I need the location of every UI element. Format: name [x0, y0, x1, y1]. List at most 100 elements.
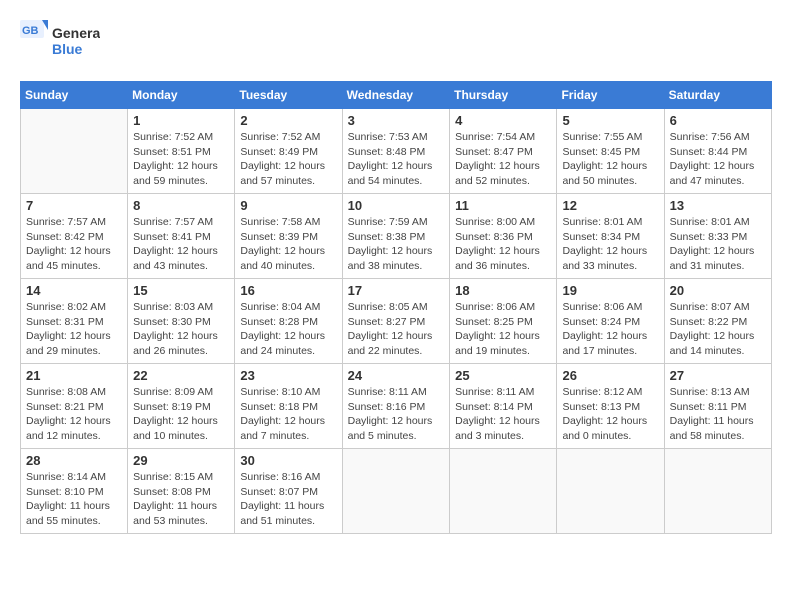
day-number: 26	[562, 368, 658, 383]
calendar-day: 18 Sunrise: 8:06 AM Sunset: 8:25 PM Dayli…	[450, 279, 557, 364]
calendar-day: 14 Sunrise: 8:02 AM Sunset: 8:31 PM Dayli…	[21, 279, 128, 364]
calendar-day: 4 Sunrise: 7:54 AM Sunset: 8:47 PM Daylig…	[450, 109, 557, 194]
calendar-day: 17 Sunrise: 8:05 AM Sunset: 8:27 PM Dayli…	[342, 279, 450, 364]
day-info: Sunrise: 8:13 AM Sunset: 8:11 PM Dayligh…	[670, 385, 766, 444]
calendar-day: 11 Sunrise: 8:00 AM Sunset: 8:36 PM Dayli…	[450, 194, 557, 279]
day-number: 9	[240, 198, 336, 213]
weekday-header: Saturday	[664, 82, 771, 109]
day-number: 3	[348, 113, 445, 128]
day-info: Sunrise: 8:12 AM Sunset: 8:13 PM Dayligh…	[562, 385, 658, 444]
calendar-day: 1 Sunrise: 7:52 AM Sunset: 8:51 PM Daylig…	[128, 109, 235, 194]
day-info: Sunrise: 7:52 AM Sunset: 8:49 PM Dayligh…	[240, 130, 336, 189]
day-info: Sunrise: 8:01 AM Sunset: 8:33 PM Dayligh…	[670, 215, 766, 274]
calendar-day: 15 Sunrise: 8:03 AM Sunset: 8:30 PM Dayli…	[128, 279, 235, 364]
calendar-day: 9Sunrise: 7:58 AM Sunset: 8:39 PM Daylig…	[235, 194, 342, 279]
calendar-day: 25 Sunrise: 8:11 AM Sunset: 8:14 PM Dayli…	[450, 364, 557, 449]
day-number: 14	[26, 283, 122, 298]
weekday-header: Thursday	[450, 82, 557, 109]
empty-cell	[450, 449, 557, 534]
day-number: 28	[26, 453, 122, 468]
calendar-day: 5Sunrise: 7:55 AM Sunset: 8:45 PM Daylig…	[557, 109, 664, 194]
day-info: Sunrise: 8:02 AM Sunset: 8:31 PM Dayligh…	[26, 300, 122, 359]
day-number: 13	[670, 198, 766, 213]
day-number: 25	[455, 368, 551, 383]
empty-cell	[21, 109, 128, 194]
calendar-day: 26 Sunrise: 8:12 AM Sunset: 8:13 PM Dayli…	[557, 364, 664, 449]
day-info: Sunrise: 7:57 AM Sunset: 8:41 PM Dayligh…	[133, 215, 229, 274]
day-info: Sunrise: 7:59 AM Sunset: 8:38 PM Dayligh…	[348, 215, 445, 274]
weekday-header: Wednesday	[342, 82, 450, 109]
calendar-day: 7 Sunrise: 7:57 AM Sunset: 8:42 PM Daylig…	[21, 194, 128, 279]
calendar-day: 27Sunrise: 8:13 AM Sunset: 8:11 PM Dayli…	[664, 364, 771, 449]
day-info: Sunrise: 8:16 AM Sunset: 8:07 PM Dayligh…	[240, 470, 336, 529]
calendar-day: 10 Sunrise: 7:59 AM Sunset: 8:38 PM Dayli…	[342, 194, 450, 279]
day-number: 17	[348, 283, 445, 298]
svg-text:General: General	[52, 25, 100, 41]
day-number: 18	[455, 283, 551, 298]
day-info: Sunrise: 8:05 AM Sunset: 8:27 PM Dayligh…	[348, 300, 445, 359]
day-info: Sunrise: 7:56 AM Sunset: 8:44 PM Dayligh…	[670, 130, 766, 189]
day-info: Sunrise: 8:06 AM Sunset: 8:24 PM Dayligh…	[562, 300, 658, 359]
day-info: Sunrise: 8:09 AM Sunset: 8:19 PM Dayligh…	[133, 385, 229, 444]
day-info: Sunrise: 7:57 AM Sunset: 8:42 PM Dayligh…	[26, 215, 122, 274]
calendar-day: 12 Sunrise: 8:01 AM Sunset: 8:34 PM Dayli…	[557, 194, 664, 279]
svg-text:Blue: Blue	[52, 41, 83, 57]
day-info: Sunrise: 8:06 AM Sunset: 8:25 PM Dayligh…	[455, 300, 551, 359]
day-number: 7	[26, 198, 122, 213]
calendar-day: 30 Sunrise: 8:16 AM Sunset: 8:07 PM Dayli…	[235, 449, 342, 534]
day-info: Sunrise: 7:54 AM Sunset: 8:47 PM Dayligh…	[455, 130, 551, 189]
calendar-day: 3 Sunrise: 7:53 AM Sunset: 8:48 PM Daylig…	[342, 109, 450, 194]
logo: General Blue GB	[20, 20, 100, 65]
weekday-header: Sunday	[21, 82, 128, 109]
calendar-table: SundayMondayTuesdayWednesdayThursdayFrid…	[20, 81, 772, 534]
empty-cell	[664, 449, 771, 534]
day-info: Sunrise: 8:01 AM Sunset: 8:34 PM Dayligh…	[562, 215, 658, 274]
logo-svg: General Blue GB	[20, 20, 100, 65]
day-number: 11	[455, 198, 551, 213]
day-number: 15	[133, 283, 229, 298]
day-number: 19	[562, 283, 658, 298]
day-info: Sunrise: 8:11 AM Sunset: 8:14 PM Dayligh…	[455, 385, 551, 444]
weekday-header: Monday	[128, 82, 235, 109]
calendar-day: 6 Sunrise: 7:56 AM Sunset: 8:44 PM Daylig…	[664, 109, 771, 194]
day-number: 22	[133, 368, 229, 383]
header: General Blue GB	[20, 20, 772, 65]
day-number: 21	[26, 368, 122, 383]
day-number: 8	[133, 198, 229, 213]
day-number: 20	[670, 283, 766, 298]
day-info: Sunrise: 7:55 AM Sunset: 8:45 PM Dayligh…	[562, 130, 658, 189]
calendar-day: 22 Sunrise: 8:09 AM Sunset: 8:19 PM Dayli…	[128, 364, 235, 449]
calendar-day: 21 Sunrise: 8:08 AM Sunset: 8:21 PM Dayli…	[21, 364, 128, 449]
day-number: 23	[240, 368, 336, 383]
day-number: 6	[670, 113, 766, 128]
day-number: 12	[562, 198, 658, 213]
day-number: 4	[455, 113, 551, 128]
svg-text:GB: GB	[22, 25, 39, 37]
calendar-day: 20 Sunrise: 8:07 AM Sunset: 8:22 PM Dayli…	[664, 279, 771, 364]
day-info: Sunrise: 8:00 AM Sunset: 8:36 PM Dayligh…	[455, 215, 551, 274]
calendar-day: 24Sunrise: 8:11 AM Sunset: 8:16 PM Dayli…	[342, 364, 450, 449]
day-info: Sunrise: 8:07 AM Sunset: 8:22 PM Dayligh…	[670, 300, 766, 359]
day-info: Sunrise: 7:53 AM Sunset: 8:48 PM Dayligh…	[348, 130, 445, 189]
weekday-header: Tuesday	[235, 82, 342, 109]
day-number: 30	[240, 453, 336, 468]
day-info: Sunrise: 8:08 AM Sunset: 8:21 PM Dayligh…	[26, 385, 122, 444]
calendar-day: 8 Sunrise: 7:57 AM Sunset: 8:41 PM Daylig…	[128, 194, 235, 279]
day-info: Sunrise: 8:14 AM Sunset: 8:10 PM Dayligh…	[26, 470, 122, 529]
day-info: Sunrise: 7:52 AM Sunset: 8:51 PM Dayligh…	[133, 130, 229, 189]
day-number: 1	[133, 113, 229, 128]
day-info: Sunrise: 8:10 AM Sunset: 8:18 PM Dayligh…	[240, 385, 336, 444]
day-number: 16	[240, 283, 336, 298]
calendar-day: 13 Sunrise: 8:01 AM Sunset: 8:33 PM Dayli…	[664, 194, 771, 279]
day-number: 2	[240, 113, 336, 128]
calendar-day: 16 Sunrise: 8:04 AM Sunset: 8:28 PM Dayli…	[235, 279, 342, 364]
empty-cell	[342, 449, 450, 534]
day-info: Sunrise: 8:15 AM Sunset: 8:08 PM Dayligh…	[133, 470, 229, 529]
empty-cell	[557, 449, 664, 534]
calendar-day: 2 Sunrise: 7:52 AM Sunset: 8:49 PM Daylig…	[235, 109, 342, 194]
day-number: 10	[348, 198, 445, 213]
day-info: Sunrise: 8:11 AM Sunset: 8:16 PM Dayligh…	[348, 385, 445, 444]
day-info: Sunrise: 8:04 AM Sunset: 8:28 PM Dayligh…	[240, 300, 336, 359]
day-number: 29	[133, 453, 229, 468]
day-info: Sunrise: 8:03 AM Sunset: 8:30 PM Dayligh…	[133, 300, 229, 359]
